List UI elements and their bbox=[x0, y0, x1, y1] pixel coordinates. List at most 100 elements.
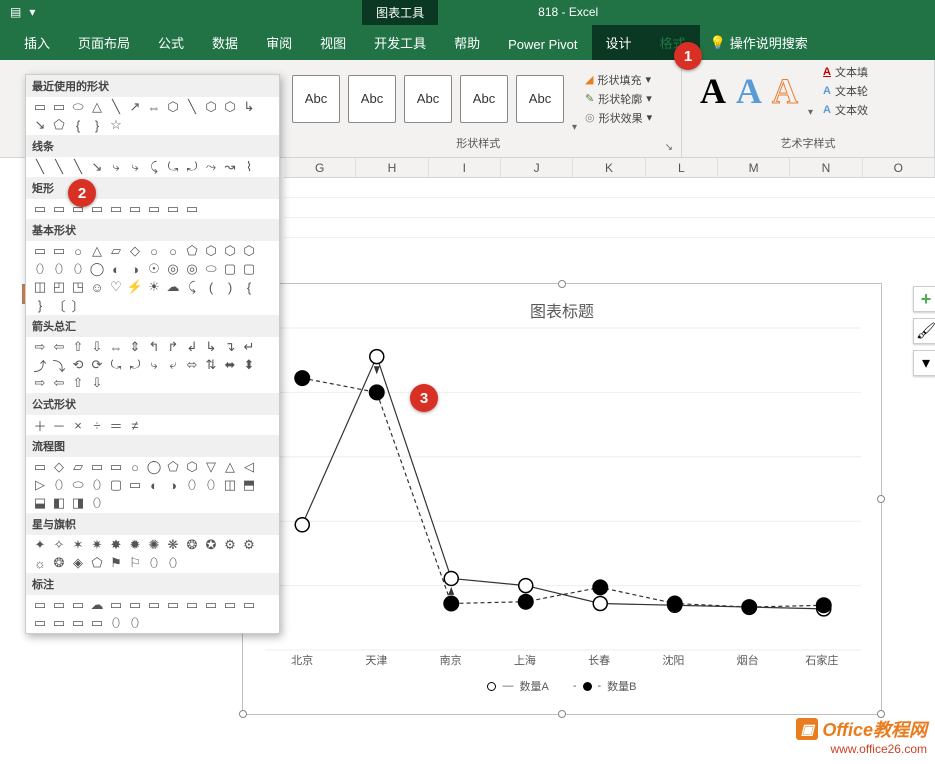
shape-option[interactable]: ⤳ bbox=[203, 160, 219, 174]
shape-option[interactable]: ╲ bbox=[108, 100, 124, 114]
chart-title[interactable]: 图表标题 bbox=[243, 284, 881, 326]
tab-developer[interactable]: 开发工具 bbox=[360, 25, 440, 60]
shape-option[interactable]: ÷ bbox=[89, 418, 105, 432]
wordart-style-1[interactable]: A bbox=[700, 70, 726, 112]
shape-option[interactable]: ✹ bbox=[127, 538, 143, 552]
shape-option[interactable]: ❂ bbox=[51, 556, 67, 570]
shape-option[interactable]: ✷ bbox=[89, 538, 105, 552]
shape-option[interactable]: ▢ bbox=[108, 478, 124, 492]
shape-option[interactable]: ☁ bbox=[89, 598, 105, 612]
shape-option[interactable]: ☆ bbox=[108, 118, 124, 132]
shape-style-preset-1[interactable]: Abc bbox=[292, 75, 340, 123]
shape-option[interactable]: ⇕ bbox=[127, 340, 143, 354]
shape-option[interactable]: ⬯ bbox=[146, 556, 162, 570]
shape-option[interactable]: ╲ bbox=[184, 100, 200, 114]
shape-option[interactable]: ▭ bbox=[108, 598, 124, 612]
shape-option[interactable]: { bbox=[70, 118, 86, 132]
shape-option[interactable]: ⬯ bbox=[203, 478, 219, 492]
shape-option[interactable]: ▢ bbox=[222, 262, 238, 276]
shape-option[interactable]: ✦ bbox=[32, 538, 48, 552]
shape-option[interactable]: ♡ bbox=[108, 280, 124, 294]
shape-option[interactable]: ) bbox=[222, 280, 238, 294]
shape-option[interactable]: ▱ bbox=[108, 244, 124, 258]
tab-design[interactable]: 设计 bbox=[592, 25, 646, 60]
shape-option[interactable]: ▭ bbox=[51, 244, 67, 258]
shape-option[interactable]: ▭ bbox=[32, 598, 48, 612]
text-fill-menu[interactable]: A文本填 bbox=[823, 64, 868, 80]
shape-option[interactable]: ▭ bbox=[108, 202, 124, 216]
shape-option[interactable]: ⬡ bbox=[184, 460, 200, 474]
column-header-K[interactable]: K bbox=[573, 158, 645, 177]
shape-option[interactable]: ⬡ bbox=[222, 244, 238, 258]
shape-option[interactable]: ▭ bbox=[241, 598, 257, 612]
shape-option[interactable]: ▭ bbox=[146, 598, 162, 612]
shape-option[interactable]: ▭ bbox=[32, 100, 48, 114]
shape-option[interactable]: ◫ bbox=[32, 280, 48, 294]
shape-option[interactable]: ⬯ bbox=[51, 262, 67, 276]
shape-option[interactable]: ⚡ bbox=[127, 280, 143, 294]
shape-option[interactable]: 〕 bbox=[70, 298, 86, 312]
shape-outline-menu[interactable]: ✎形状轮廓 ▾ bbox=[585, 91, 652, 107]
shape-option[interactable]: ⬡ bbox=[165, 100, 181, 114]
column-header-H[interactable]: H bbox=[356, 158, 428, 177]
shape-option[interactable]: ⬠ bbox=[184, 244, 200, 258]
shape-option[interactable]: ⤹ bbox=[184, 280, 200, 294]
shape-option[interactable]: ◈ bbox=[70, 556, 86, 570]
shape-option[interactable]: ◳ bbox=[70, 280, 86, 294]
shape-option[interactable]: ⬡ bbox=[203, 100, 219, 114]
shape-option[interactable]: ⌇ bbox=[241, 160, 257, 174]
shape-option[interactable]: ↴ bbox=[222, 340, 238, 354]
shape-option[interactable]: ▭ bbox=[32, 202, 48, 216]
shape-option[interactable]: ↲ bbox=[184, 340, 200, 354]
tab-powerpivot[interactable]: Power Pivot bbox=[494, 29, 591, 60]
shape-option[interactable]: ◇ bbox=[127, 244, 143, 258]
shape-option[interactable]: ⤷ bbox=[127, 160, 143, 174]
shape-style-preset-5[interactable]: Abc bbox=[516, 75, 564, 123]
shape-option[interactable]: ⤿ bbox=[165, 160, 181, 174]
shape-option[interactable]: ⇅ bbox=[203, 358, 219, 372]
shape-option[interactable]: ▭ bbox=[32, 460, 48, 474]
shape-option[interactable]: ▭ bbox=[51, 598, 67, 612]
shape-option[interactable]: ▭ bbox=[89, 202, 105, 216]
shape-option[interactable]: ⬠ bbox=[165, 460, 181, 474]
shape-option[interactable]: ⬌ bbox=[222, 358, 238, 372]
shape-option[interactable]: ↗ bbox=[127, 100, 143, 114]
shape-option[interactable]: ◁ bbox=[241, 460, 257, 474]
shape-option[interactable]: ＋ bbox=[32, 418, 48, 432]
shape-option[interactable]: ⬯ bbox=[89, 496, 105, 510]
shape-option[interactable]: ◎ bbox=[165, 262, 181, 276]
save-icon[interactable]: ▤ bbox=[10, 5, 21, 19]
shape-option[interactable]: ⬯ bbox=[127, 616, 143, 630]
text-effects-menu[interactable]: A文本效 bbox=[823, 102, 868, 118]
shape-option[interactable]: △ bbox=[89, 100, 105, 114]
shape-option[interactable]: ⬍ bbox=[241, 358, 257, 372]
shape-option[interactable]: ⟲ bbox=[70, 358, 86, 372]
shape-option[interactable]: ⇧ bbox=[70, 340, 86, 354]
shape-option[interactable]: ⬭ bbox=[203, 262, 219, 276]
shape-option[interactable]: ⇦ bbox=[51, 340, 67, 354]
shape-option[interactable]: ▭ bbox=[146, 202, 162, 216]
wordart-gallery-more-icon[interactable]: ▾ bbox=[808, 107, 813, 118]
shape-option[interactable]: ⬯ bbox=[89, 478, 105, 492]
tab-data[interactable]: 数据 bbox=[198, 25, 252, 60]
shape-option[interactable]: ⤷ bbox=[108, 160, 124, 174]
tab-view[interactable]: 视图 bbox=[306, 25, 360, 60]
shape-option[interactable]: ❂ bbox=[184, 538, 200, 552]
shapes-gallery-dropdown[interactable]: 最近使用的形状 ▭▭⬭△╲↗⇔⬡╲⬡⬡↳↘⬠{}☆ 线条 ╲╲╲↘⤷⤷⤹⤿⤾⤳↝… bbox=[25, 74, 280, 634]
shape-option[interactable]: ⇧ bbox=[70, 376, 86, 390]
shape-option[interactable]: ○ bbox=[165, 244, 181, 258]
shape-option[interactable]: ▽ bbox=[203, 460, 219, 474]
column-header-G[interactable]: G bbox=[284, 158, 356, 177]
shape-option[interactable]: ⚙ bbox=[241, 538, 257, 552]
shape-option[interactable]: ↳ bbox=[203, 340, 219, 354]
shape-style-preset-3[interactable]: Abc bbox=[404, 75, 452, 123]
shape-option[interactable]: ⤴ bbox=[32, 358, 48, 372]
tab-formulas[interactable]: 公式 bbox=[144, 25, 198, 60]
shape-option[interactable]: ○ bbox=[146, 244, 162, 258]
shape-option[interactable]: ⇔ bbox=[146, 100, 162, 114]
shape-option[interactable]: ◑ bbox=[165, 478, 181, 492]
chart-styles-button[interactable]: 🖌 bbox=[913, 318, 935, 344]
tab-insert[interactable]: 插入 bbox=[10, 25, 64, 60]
shape-option[interactable]: ☀ bbox=[146, 280, 162, 294]
shape-style-preset-4[interactable]: Abc bbox=[460, 75, 508, 123]
